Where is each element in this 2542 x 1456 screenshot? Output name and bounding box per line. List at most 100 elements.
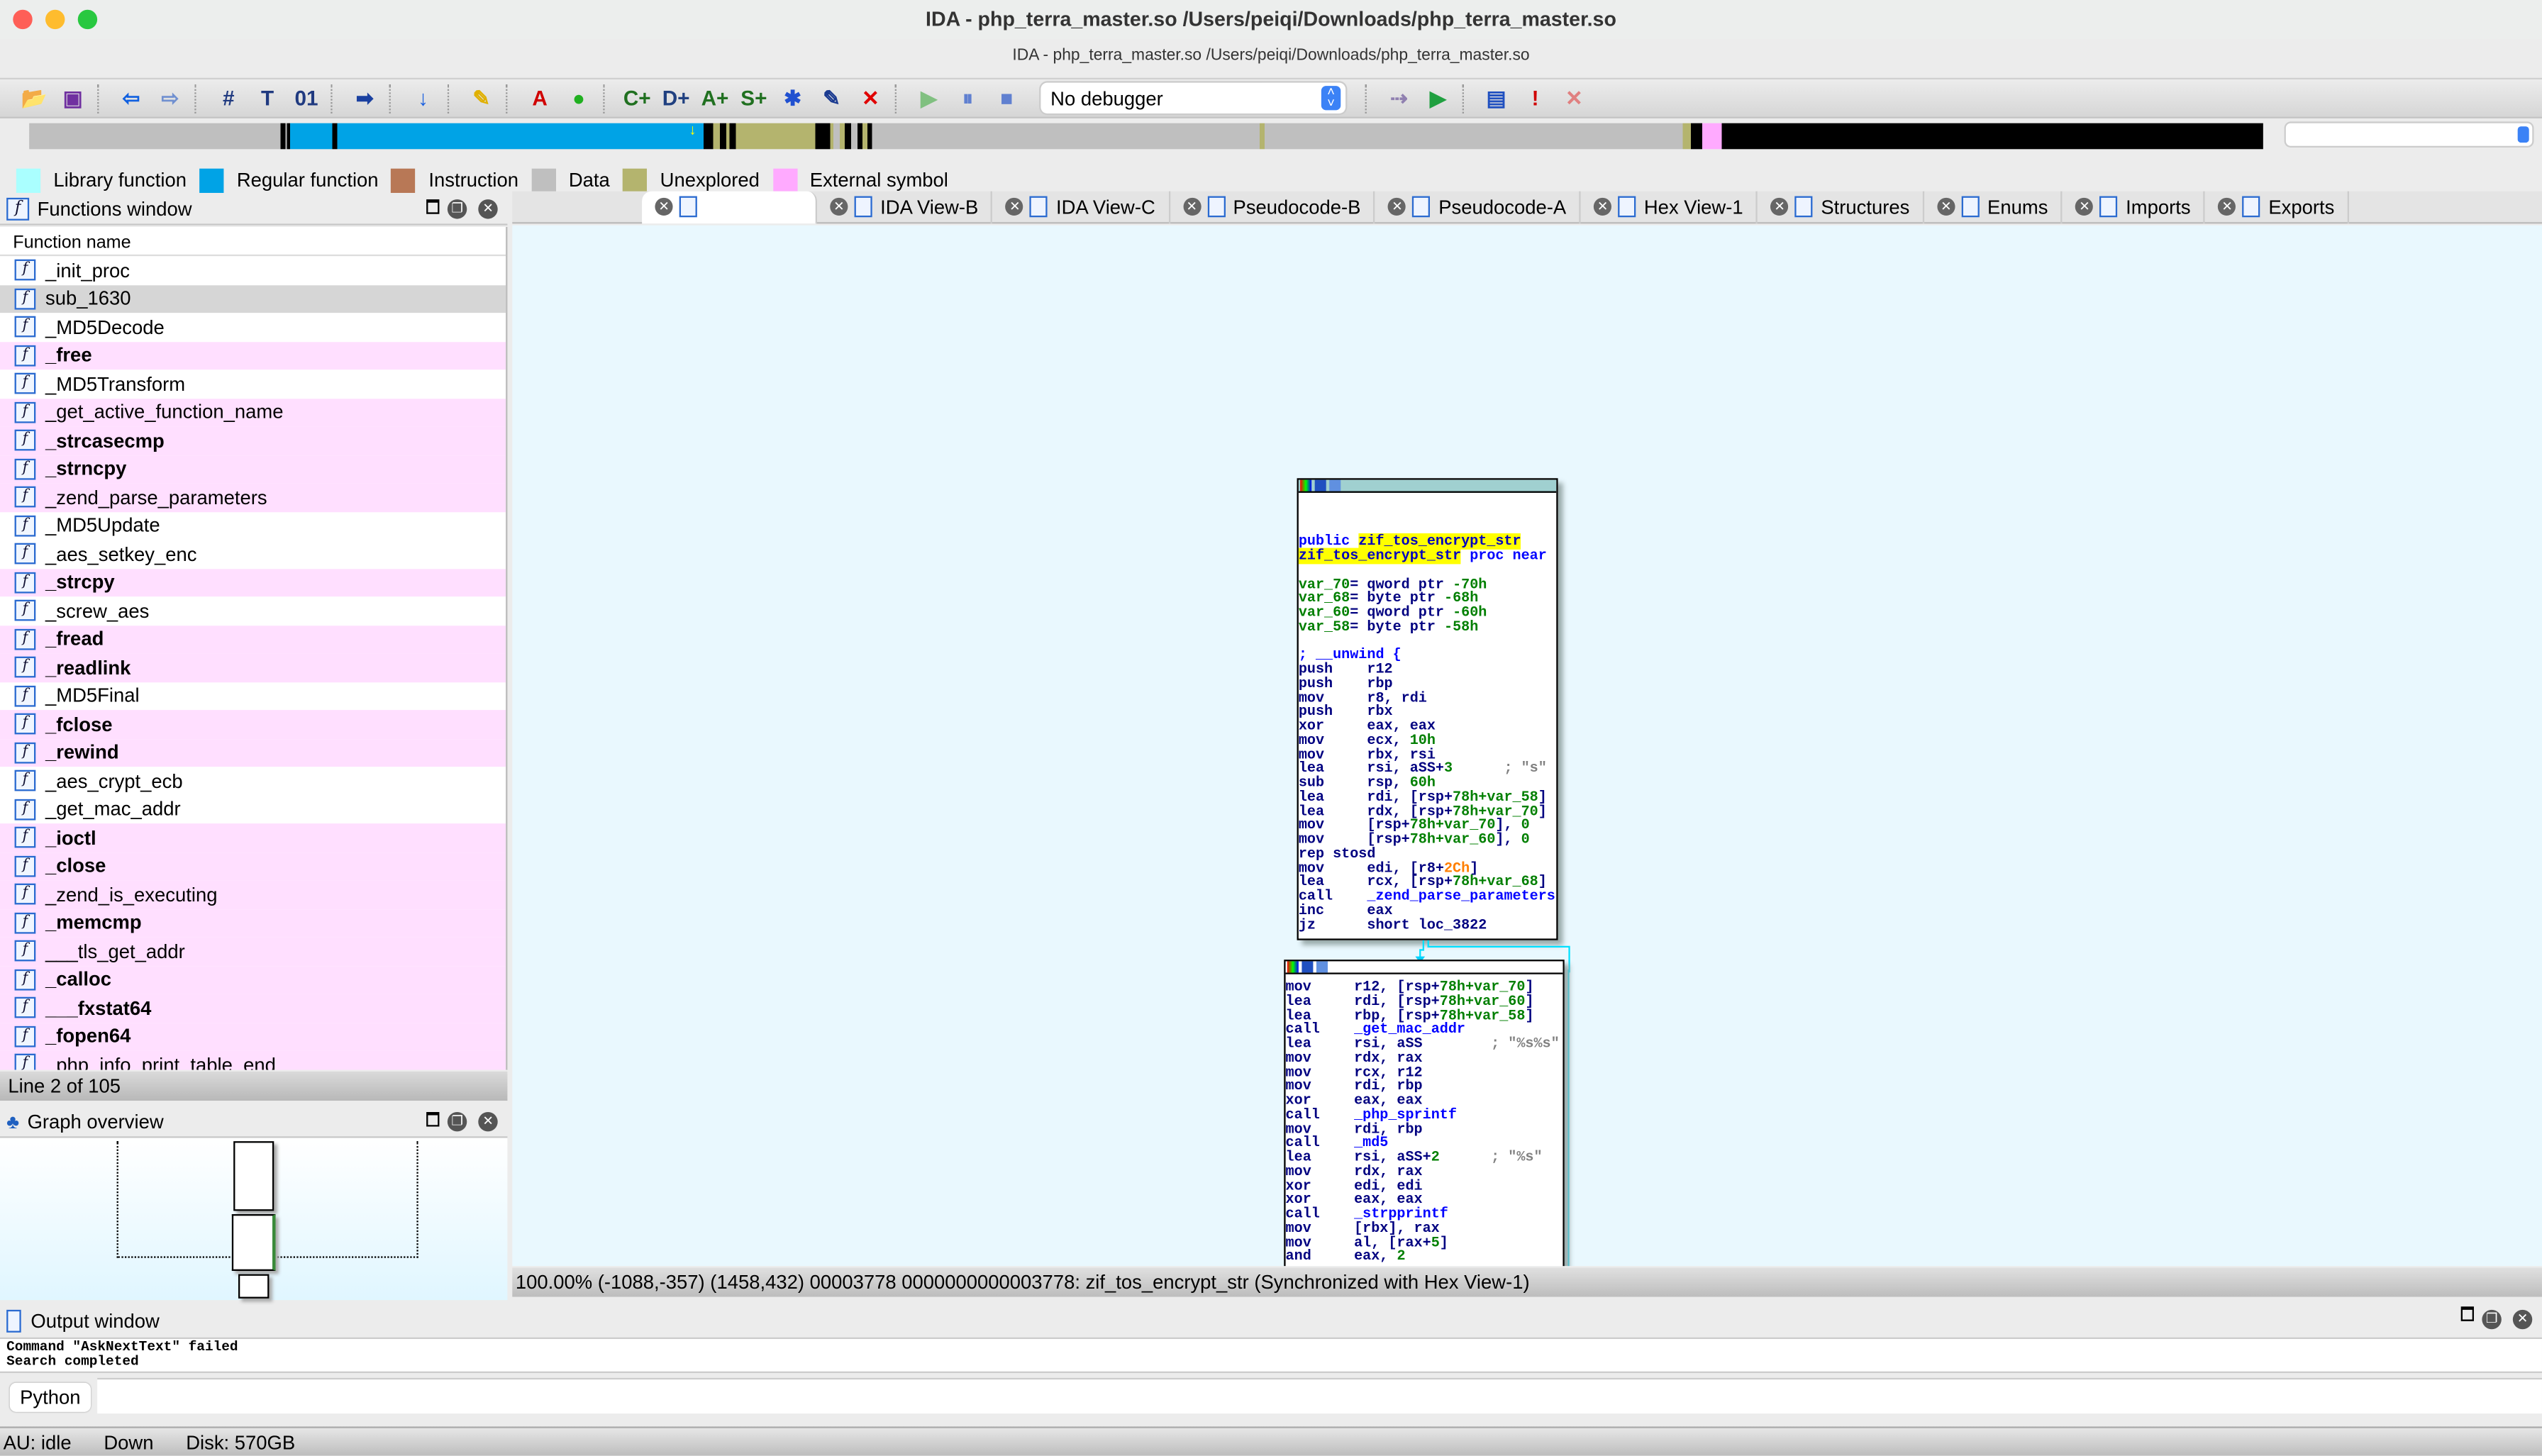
graph-overview[interactable] [0, 1138, 508, 1301]
tab-graph-view[interactable]: ✕ [642, 190, 817, 223]
close-tab-icon[interactable]: ✕ [2218, 197, 2236, 216]
maximize-icon[interactable] [426, 199, 440, 214]
open-button[interactable]: 📂 [16, 82, 52, 114]
group-icon[interactable] [1316, 961, 1328, 973]
function-row[interactable]: f _screw_aes [0, 596, 506, 625]
maximize-icon[interactable] [426, 1111, 440, 1127]
close-icon[interactable]: ✕ [478, 1111, 498, 1132]
python-command-input[interactable] [97, 1377, 2542, 1414]
function-row[interactable]: f _MD5Final [0, 682, 506, 710]
float-icon[interactable]: ❐ [2482, 1309, 2502, 1330]
function-row[interactable]: f _strcasecmp [0, 426, 506, 455]
tab-enums[interactable]: ✕ Enums [1924, 190, 2063, 223]
search-text-button[interactable]: T [250, 82, 285, 114]
function-row[interactable]: f _MD5Update [0, 511, 506, 540]
function-row[interactable]: f _ioctl [0, 823, 506, 852]
column-header-function-name[interactable]: Function name [0, 227, 506, 257]
debugger-select[interactable]: No debugger ˄ ˅ [1040, 82, 1346, 113]
flashlight-button[interactable]: ✎ [464, 82, 499, 114]
enum-add-button[interactable]: ✱ [775, 82, 811, 114]
graph-view[interactable]: public zif_tos_encrypt_str zif_tos_encryp… [512, 225, 2542, 1267]
function-row[interactable]: f _fclose [0, 710, 506, 739]
close-tab-icon[interactable]: ✕ [655, 197, 673, 216]
function-row[interactable]: f _strcpy [0, 568, 506, 597]
delete-breakpoint-button[interactable]: ✕ [1556, 82, 1592, 114]
close-tab-icon[interactable]: ✕ [1937, 197, 1955, 216]
navigation-band[interactable]: ↓ [29, 123, 2263, 150]
tab-structures[interactable]: ✕ Structures [1758, 190, 1924, 223]
create-data-button[interactable]: D+ [658, 82, 694, 114]
jump-down-button[interactable]: ↓ [405, 82, 440, 114]
close-tab-icon[interactable]: ✕ [1388, 197, 1406, 216]
function-row[interactable]: f _fread [0, 625, 506, 654]
tab-hex-view-1[interactable]: ✕ Hex View-1 [1581, 190, 1758, 223]
close-tab-icon[interactable]: ✕ [830, 197, 848, 216]
color-icon[interactable] [1300, 479, 1312, 491]
function-row[interactable]: f _get_active_function_name [0, 398, 506, 427]
function-row[interactable]: f _memcmp [0, 908, 506, 938]
tab-imports[interactable]: ✕ Imports [2063, 190, 2206, 223]
forward-button[interactable]: ⇨ [152, 82, 188, 114]
create-code-button[interactable]: C+ [619, 82, 655, 114]
color-icon[interactable] [1287, 961, 1299, 973]
close-tab-icon[interactable]: ✕ [1182, 197, 1201, 216]
function-row[interactable]: f _rewind [0, 738, 506, 767]
tab-pseudocode-a[interactable]: ✕ Pseudocode-A [1375, 190, 1581, 223]
search-binary-button[interactable]: 01 [289, 82, 324, 114]
search-sequence-button[interactable]: # [211, 82, 246, 114]
pause-button[interactable]: ⏸ [950, 82, 985, 114]
functions-list[interactable]: Function name f _init_proc f sub_1630 f _MD5D… [0, 226, 508, 1070]
python-button[interactable]: Python [9, 1382, 91, 1412]
function-row[interactable]: f _init_proc [0, 256, 506, 284]
breakpoint-list-button[interactable]: ▤ [1479, 82, 1514, 114]
jump-button[interactable]: ➡ [347, 82, 382, 114]
strings-button[interactable]: A [522, 82, 557, 114]
minimize-window-button[interactable] [45, 9, 65, 30]
function-row[interactable]: f _php_info_print_table_end [0, 1050, 506, 1070]
close-window-button[interactable] [13, 9, 33, 30]
function-row[interactable]: f sub_1630 [0, 284, 506, 313]
tab-pseudocode-b[interactable]: ✕ Pseudocode-B [1170, 190, 1376, 223]
close-tab-icon[interactable]: ✕ [2075, 197, 2094, 216]
function-row[interactable]: f _aes_setkey_enc [0, 540, 506, 568]
float-icon[interactable]: ❐ [447, 199, 467, 219]
attach-button[interactable]: ⇢ [1381, 82, 1416, 114]
group-icon[interactable] [1329, 479, 1341, 491]
function-row[interactable]: f _MD5Decode [0, 313, 506, 341]
create-string-button[interactable]: A+ [697, 82, 733, 114]
function-row[interactable]: f ___fxstat64 [0, 994, 506, 1023]
code-block[interactable]: mov r12, [rsp+78h+var_70] lea rdi, [rsp+7… [1284, 960, 1565, 1267]
create-struct-button[interactable]: S+ [736, 82, 772, 114]
function-row[interactable]: f _zend_is_executing [0, 880, 506, 909]
green-circle-button[interactable]: ● [561, 82, 596, 114]
edit-icon[interactable] [1314, 479, 1326, 491]
close-tab-icon[interactable]: ✕ [1770, 197, 1789, 216]
close-icon[interactable]: ✕ [2512, 1309, 2533, 1330]
tab-exports[interactable]: ✕ Exports [2205, 190, 2349, 223]
play-button[interactable]: ▶ [911, 82, 947, 114]
edit-button[interactable]: ✎ [814, 82, 849, 114]
maximize-icon[interactable] [2460, 1306, 2474, 1321]
function-row[interactable]: f _readlink [0, 653, 506, 682]
function-row[interactable]: f _calloc [0, 965, 506, 994]
output-log[interactable]: Command "AskNextText" failed Search comp… [0, 1337, 2542, 1373]
save-button[interactable]: ▣ [55, 82, 91, 114]
add-breakpoint-button[interactable]: ! [1517, 82, 1553, 114]
function-row[interactable]: f _close [0, 852, 506, 881]
code-block[interactable]: public zif_tos_encrypt_str zif_tos_encryp… [1297, 478, 1558, 940]
stop-button[interactable]: ■ [989, 82, 1024, 114]
function-row[interactable]: f ___tls_get_addr [0, 937, 506, 966]
delete-button[interactable]: ✕ [853, 82, 888, 114]
function-row[interactable]: f _MD5Transform [0, 369, 506, 398]
close-tab-icon[interactable]: ✕ [1594, 197, 1612, 216]
back-button[interactable]: ⇦ [113, 82, 149, 114]
function-row[interactable]: f _fopen64 [0, 1022, 506, 1051]
function-row[interactable]: f _zend_parse_parameters [0, 483, 506, 512]
float-icon[interactable]: ❐ [447, 1111, 467, 1132]
run-to-cursor-button[interactable]: ▶ [1420, 82, 1455, 114]
close-icon[interactable]: ✕ [478, 199, 498, 219]
tab-ida-view-c[interactable]: ✕ IDA View-C [993, 190, 1170, 223]
function-row[interactable]: f _free [0, 341, 506, 370]
navigation-combo[interactable] [2285, 123, 2533, 146]
edit-icon[interactable] [1301, 961, 1314, 973]
